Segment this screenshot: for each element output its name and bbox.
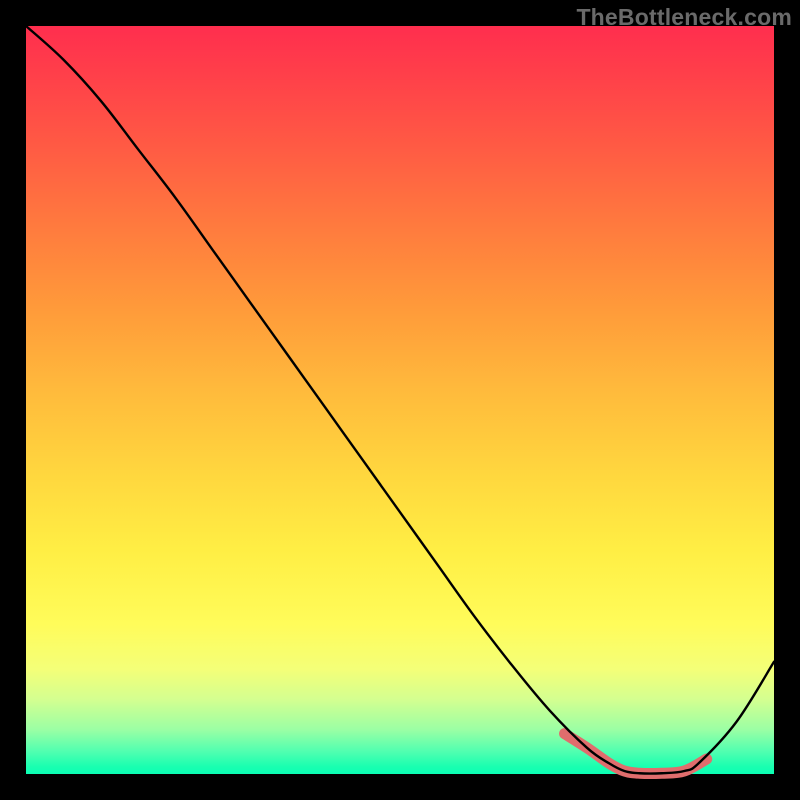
chart-curve-layer <box>26 26 774 774</box>
highlight-segment <box>565 734 707 774</box>
bottleneck-curve <box>26 26 774 774</box>
